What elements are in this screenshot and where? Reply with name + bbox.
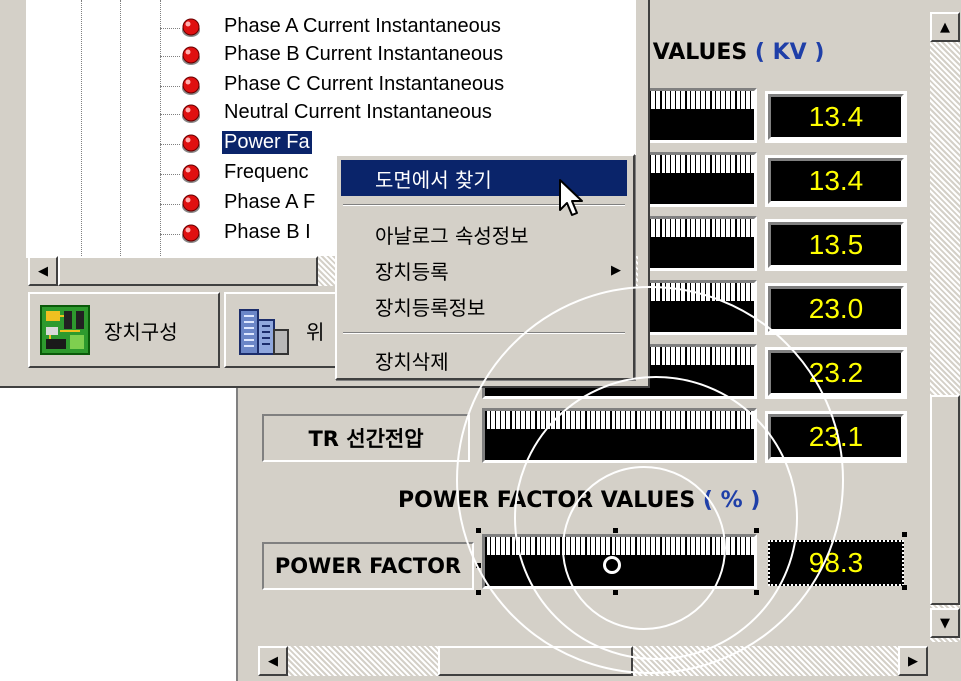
- selection-handle[interactable]: [613, 528, 618, 533]
- menu-item-analog-properties[interactable]: 아날로그 속성정보: [341, 216, 627, 252]
- buildings-icon: [239, 309, 289, 355]
- voltage-unit: ( KV ): [754, 40, 825, 65]
- tab-location-label: 위: [306, 319, 325, 344]
- voltage-section-title: E VALUES ( KV ): [630, 40, 825, 65]
- tree-scrollbar-thumb[interactable]: [58, 256, 318, 286]
- tree-item-label: Power Fa: [221, 130, 313, 155]
- scroll-up-button[interactable]: ▲: [930, 12, 960, 42]
- tree-item-label: Phase B Current Instantaneous: [224, 43, 504, 65]
- selection-handle[interactable]: [902, 532, 907, 537]
- menu-item-device-register[interactable]: 장치등록 ▶: [341, 252, 627, 288]
- selection-handle[interactable]: [476, 528, 481, 533]
- tree-scroll-left-button[interactable]: ◀: [28, 256, 58, 286]
- menu-item-device-register-info[interactable]: 장치등록정보: [341, 288, 627, 324]
- tab-device-config-label: 장치구성: [104, 319, 178, 344]
- red-led-icon: [182, 18, 200, 37]
- tree-item-label: Phase A F: [224, 191, 316, 213]
- selection-handle[interactable]: [476, 563, 481, 568]
- pf-section-title: POWER FACTOR VALUES ( % ): [398, 488, 761, 513]
- selection-handle[interactable]: [754, 590, 759, 595]
- tab-device-config[interactable]: 장치구성: [28, 292, 220, 368]
- voltage-value-5: 23.2: [765, 347, 907, 399]
- tree-item-label: Phase C Current Instantaneous: [224, 73, 505, 95]
- red-led-icon: [182, 194, 200, 213]
- red-led-icon: [182, 46, 200, 65]
- voltage-value-4: 23.0: [765, 283, 907, 335]
- selection-handle[interactable]: [476, 590, 481, 595]
- pf-gauge[interactable]: [482, 534, 757, 589]
- red-led-icon: [182, 224, 200, 243]
- red-led-icon: [182, 76, 200, 95]
- circuit-board-icon: [40, 305, 90, 355]
- selection-handle[interactable]: [902, 585, 907, 590]
- tree-item-label: Neutral Current Instantaneous: [224, 101, 492, 123]
- tr-voltage-gauge: [482, 408, 757, 463]
- voltage-value-1: 13.4: [765, 91, 907, 143]
- vertical-scrollbar-thumb[interactable]: [930, 395, 960, 605]
- selection-handle[interactable]: [613, 590, 618, 595]
- voltage-value-3: 13.5: [765, 219, 907, 271]
- scroll-right-button[interactable]: ▶: [898, 646, 928, 676]
- selection-handle[interactable]: [754, 528, 759, 533]
- red-led-icon: [182, 134, 200, 153]
- voltage-value-2: 13.4: [765, 155, 907, 207]
- red-led-icon: [182, 104, 200, 123]
- tree-item-label: Phase B I: [224, 221, 311, 243]
- tr-voltage-label: TR 선간전압: [262, 414, 470, 462]
- scroll-left-button[interactable]: ◀: [258, 646, 288, 676]
- scroll-down-button[interactable]: ▼: [930, 608, 960, 638]
- menu-item-device-delete[interactable]: 장치삭제: [341, 342, 627, 378]
- pf-value[interactable]: 98.3: [768, 540, 904, 586]
- tr-voltage-value: 23.1: [765, 411, 907, 463]
- pf-unit: ( % ): [702, 488, 761, 513]
- red-led-icon: [182, 164, 200, 183]
- submenu-arrow-icon: ▶: [611, 262, 621, 278]
- tree-item-label: Frequenc: [224, 161, 309, 183]
- tree-item-label: Phase A Current Instantaneous: [224, 15, 501, 37]
- pf-label: POWER FACTOR: [262, 542, 474, 590]
- horizontal-scrollbar-thumb[interactable]: [438, 646, 633, 676]
- mouse-cursor-icon: [559, 179, 583, 216]
